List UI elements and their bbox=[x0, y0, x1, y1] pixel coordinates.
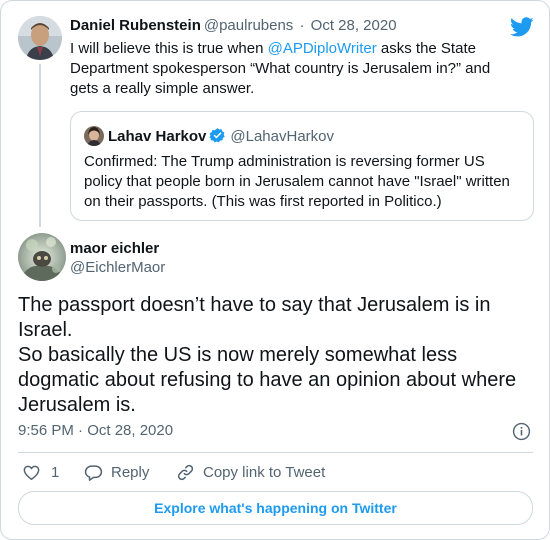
explore-twitter-button[interactable]: Explore what's happening on Twitter bbox=[18, 491, 533, 525]
mention-link[interactable]: @APDiploWriter bbox=[268, 40, 377, 57]
parent-author-name[interactable]: Daniel Rubenstein bbox=[70, 17, 201, 34]
twitter-logo-icon[interactable] bbox=[510, 15, 534, 39]
main-author-handle[interactable]: @EichlerMaor bbox=[70, 259, 165, 276]
heart-icon bbox=[23, 465, 40, 480]
like-count: 1 bbox=[51, 463, 60, 481]
tweet-embed-card: Daniel Rubenstein @paulrubens · Oct 28, 2… bbox=[0, 0, 550, 540]
parent-text-before: I will believe this is true when bbox=[70, 40, 268, 57]
quoted-avatar[interactable] bbox=[84, 126, 104, 146]
separator-dot: · bbox=[299, 17, 305, 34]
reply-label: Reply bbox=[111, 463, 150, 481]
reply-button[interactable]: Reply bbox=[84, 462, 149, 482]
verified-badge-icon bbox=[209, 127, 226, 144]
parent-tweet-date[interactable]: Oct 28, 2020 bbox=[311, 17, 397, 34]
quoted-author-handle[interactable]: @LahavHarkov bbox=[230, 128, 334, 145]
parent-tweet-text: I will believe this is true when @APDipl… bbox=[70, 39, 510, 99]
divider bbox=[18, 452, 533, 453]
parent-author-handle[interactable]: @paulrubens bbox=[204, 17, 293, 34]
like-button[interactable]: 1 bbox=[22, 462, 59, 482]
link-icon bbox=[177, 464, 194, 480]
main-text-line-1: The passport doesn’t have to say that Je… bbox=[18, 294, 491, 341]
copy-link-button[interactable]: Copy link to Tweet bbox=[176, 462, 325, 482]
reply-icon bbox=[84, 464, 103, 481]
copy-link-label: Copy link to Tweet bbox=[203, 463, 326, 481]
quoted-author-name[interactable]: Lahav Harkov bbox=[108, 128, 206, 145]
tweet-timestamp[interactable]: 9:56 PM · Oct 28, 2020 bbox=[18, 422, 173, 439]
quoted-tweet-text: Confirmed: The Trump administration is r… bbox=[84, 153, 510, 210]
main-author-name[interactable]: maor eichler bbox=[70, 240, 159, 257]
quoted-tweet[interactable]: Lahav Harkov @LahavHarkov Confirmed: The … bbox=[70, 111, 534, 221]
parent-avatar[interactable] bbox=[18, 16, 62, 60]
info-icon[interactable] bbox=[512, 422, 531, 441]
main-tweet-text: The passport doesn’t have to say that Je… bbox=[18, 293, 533, 418]
main-avatar[interactable] bbox=[18, 233, 66, 281]
thread-connector-line bbox=[39, 64, 41, 227]
main-text-line-2: So basically the US is now merely somewh… bbox=[18, 344, 517, 416]
quoted-author[interactable]: Lahav Harkov @LahavHarkov bbox=[108, 127, 334, 145]
parent-author[interactable]: Daniel Rubenstein @paulrubens · Oct 28, 2… bbox=[70, 17, 397, 34]
